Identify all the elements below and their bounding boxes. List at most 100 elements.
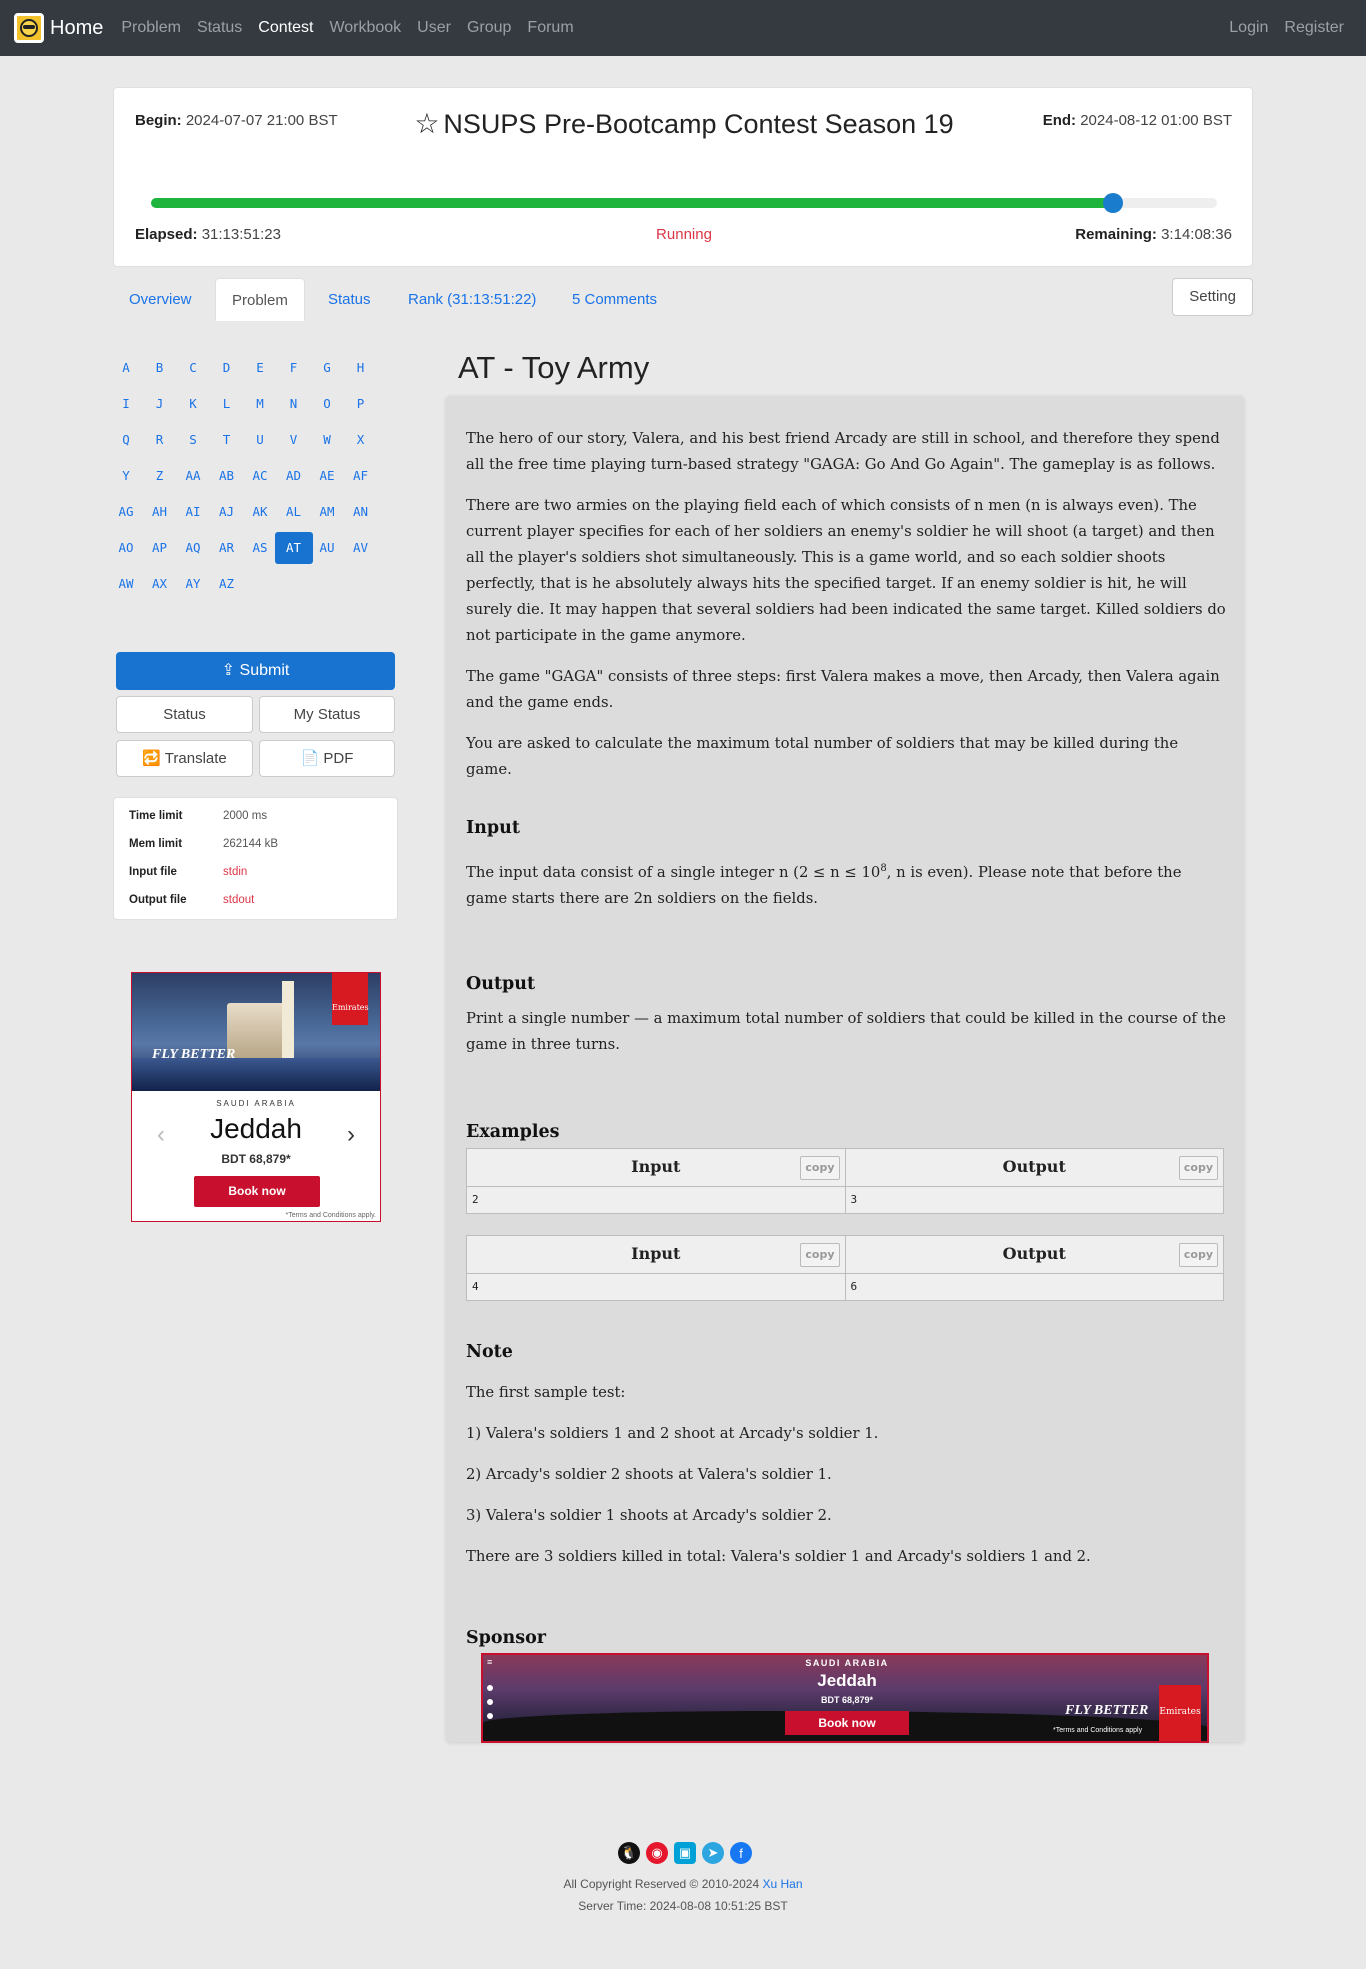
chevron-right-icon[interactable]: › — [347, 1121, 355, 1149]
author-link[interactable]: Xu Han — [762, 1877, 802, 1891]
problem-letter-i[interactable]: I — [107, 388, 145, 420]
input-file-row: Input file stdin — [129, 866, 248, 878]
problem-letter-ax[interactable]: AX — [141, 568, 179, 600]
problem-letter-w[interactable]: W — [308, 424, 346, 456]
problem-letter-az[interactable]: AZ — [208, 568, 246, 600]
carousel-dots[interactable] — [487, 1685, 493, 1727]
sponsor-book-button[interactable]: Book now — [785, 1711, 909, 1735]
problem-letter-m[interactable]: M — [241, 388, 279, 420]
problem-letter-am[interactable]: AM — [308, 496, 346, 528]
problem-letter-as[interactable]: AS — [241, 532, 279, 564]
problem-letter-l[interactable]: L — [208, 388, 246, 420]
problem-letter-n[interactable]: N — [275, 388, 313, 420]
problem-letter-ah[interactable]: AH — [141, 496, 179, 528]
nav-forum[interactable]: Forum — [527, 19, 573, 37]
problem-letter-aj[interactable]: AJ — [208, 496, 246, 528]
progress-handle[interactable] — [1102, 193, 1123, 213]
example-output-header: Output copy — [844, 1149, 1224, 1186]
problem-letter-o[interactable]: O — [308, 388, 346, 420]
login-link[interactable]: Login — [1229, 19, 1268, 37]
nav-user[interactable]: User — [417, 19, 451, 37]
problem-letter-ac[interactable]: AC — [241, 460, 279, 492]
contest-header: Begin: 2024-07-07 21:00 BST ☆ NSUPS Pre-B… — [113, 87, 1253, 267]
tab-problem[interactable]: Problem — [215, 278, 305, 321]
problem-letter-u[interactable]: U — [241, 424, 279, 456]
home-link[interactable]: Home — [14, 13, 103, 43]
problem-letter-k[interactable]: K — [174, 388, 212, 420]
weibo-icon[interactable]: ◉ — [646, 1842, 668, 1864]
problem-letter-j[interactable]: J — [141, 388, 179, 420]
copy-output-button[interactable]: copy — [1178, 1243, 1218, 1267]
problem-letter-ap[interactable]: AP — [141, 532, 179, 564]
problem-letter-g[interactable]: G — [308, 352, 346, 384]
sidebar-ad[interactable]: Emirates FLY BETTER SAUDI ARABIA ‹ Jedda… — [131, 972, 381, 1222]
problem-letter-au[interactable]: AU — [308, 532, 346, 564]
problem-letter-ay[interactable]: AY — [174, 568, 212, 600]
nav-workbook[interactable]: Workbook — [329, 19, 401, 37]
problem-letter-c[interactable]: C — [174, 352, 212, 384]
problem-title: AT - Toy Army — [458, 350, 650, 385]
problem-letter-s[interactable]: S — [174, 424, 212, 456]
problem-letter-av[interactable]: AV — [342, 532, 380, 564]
tab-overview[interactable]: Overview — [113, 278, 208, 321]
problem-letter-ag[interactable]: AG — [107, 496, 145, 528]
copy-input-button[interactable]: copy — [800, 1243, 840, 1267]
copy-input-button[interactable]: copy — [800, 1156, 840, 1180]
problem-letter-t[interactable]: T — [208, 424, 246, 456]
problem-letter-r[interactable]: R — [141, 424, 179, 456]
copy-output-button[interactable]: copy — [1178, 1156, 1218, 1180]
problem-letter-y[interactable]: Y — [107, 460, 145, 492]
contest-end: End: 2024-08-12 01:00 BST — [1042, 112, 1232, 129]
tab-rank[interactable]: Rank (31:13:51:22) — [392, 278, 552, 321]
problem-letter-ar[interactable]: AR — [208, 532, 246, 564]
qq-icon[interactable]: 🐧 — [618, 1842, 640, 1864]
problem-letter-ao[interactable]: AO — [107, 532, 145, 564]
telegram-icon[interactable]: ➤ — [702, 1842, 724, 1864]
problem-letter-ab[interactable]: AB — [208, 460, 246, 492]
example-input-header: Input copy — [467, 1236, 845, 1273]
statement-paragraph: The hero of our story, Valera, and his b… — [466, 430, 1220, 473]
problem-letter-d[interactable]: D — [208, 352, 246, 384]
problem-letter-aq[interactable]: AQ — [174, 532, 212, 564]
facebook-icon[interactable]: f — [730, 1842, 752, 1864]
setting-button[interactable]: Setting — [1172, 278, 1253, 316]
tab-comments[interactable]: 5 Comments — [556, 278, 673, 321]
nav-contest[interactable]: Contest — [258, 19, 313, 37]
favorite-star-icon[interactable]: ☆ — [414, 108, 439, 140]
problem-letter-ae[interactable]: AE — [308, 460, 346, 492]
bilibili-icon[interactable]: ▣ — [674, 1842, 696, 1864]
problem-letter-ai[interactable]: AI — [174, 496, 212, 528]
submit-button[interactable]: ⇪ Submit — [116, 652, 395, 690]
problem-letter-an[interactable]: AN — [342, 496, 380, 528]
register-link[interactable]: Register — [1284, 19, 1344, 37]
my-status-button[interactable]: My Status — [259, 696, 395, 733]
problem-letter-f[interactable]: F — [275, 352, 313, 384]
tab-status[interactable]: Status — [312, 278, 387, 321]
problem-letter-p[interactable]: P — [342, 388, 380, 420]
contest-progress-bar[interactable] — [151, 193, 1217, 213]
problem-letter-v[interactable]: V — [275, 424, 313, 456]
problem-letter-ak[interactable]: AK — [241, 496, 279, 528]
ad-book-button[interactable]: Book now — [194, 1176, 320, 1207]
problem-letter-z[interactable]: Z — [141, 460, 179, 492]
problem-letter-q[interactable]: Q — [107, 424, 145, 456]
sponsor-ad[interactable]: ≡ SAUDI ARABIA Jeddah BDT 68,879* Book n… — [481, 1653, 1209, 1743]
pdf-button[interactable]: 📄 PDF — [259, 740, 395, 777]
nav-status[interactable]: Status — [197, 19, 242, 37]
problem-letter-al[interactable]: AL — [275, 496, 313, 528]
problem-letter-aw[interactable]: AW — [107, 568, 145, 600]
nav-problem[interactable]: Problem — [121, 19, 181, 37]
status-button[interactable]: Status — [116, 696, 253, 733]
problem-letter-af[interactable]: AF — [342, 460, 380, 492]
problem-letter-h[interactable]: H — [342, 352, 380, 384]
problem-letter-aa[interactable]: AA — [174, 460, 212, 492]
nav-group[interactable]: Group — [467, 19, 511, 37]
problem-letter-at[interactable]: AT — [274, 532, 313, 564]
problem-letter-ad[interactable]: AD — [275, 460, 313, 492]
elapsed-time: Elapsed: 31:13:51:23 — [135, 226, 281, 243]
problem-letter-x[interactable]: X — [342, 424, 380, 456]
translate-button[interactable]: 🔁 Translate — [116, 740, 253, 777]
problem-letter-e[interactable]: E — [241, 352, 279, 384]
problem-letter-a[interactable]: A — [107, 352, 145, 384]
problem-letter-b[interactable]: B — [141, 352, 179, 384]
